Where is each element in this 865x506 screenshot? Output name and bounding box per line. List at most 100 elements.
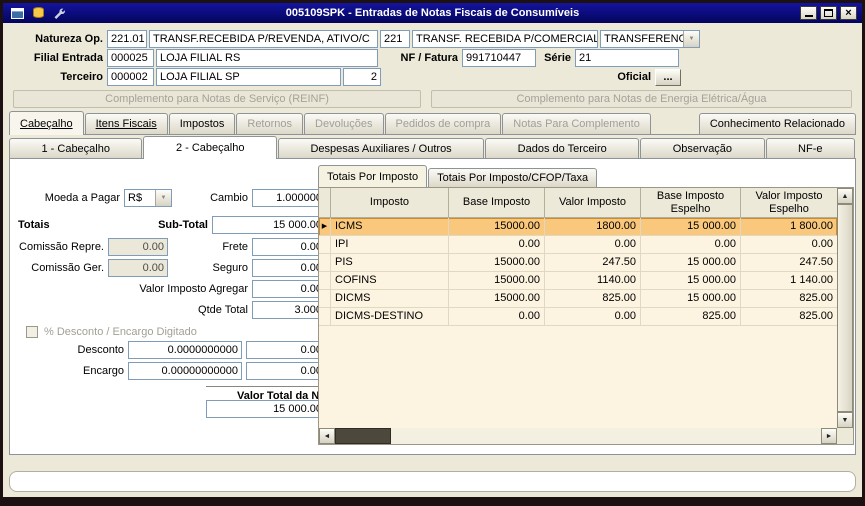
desconto-value-field[interactable]: 0.00	[246, 341, 326, 359]
tab-devolucoes: Devoluções	[304, 113, 383, 134]
cell-base-espelho: 0.00	[641, 236, 741, 254]
table-row-dicms[interactable]: DICMS 15000.00 825.00 15 000.00 825.00	[319, 290, 837, 308]
valor-total-nf-field[interactable]: 15 000.00	[206, 400, 326, 418]
table-row-cofins[interactable]: COFINS 15000.00 1140.00 15 000.00 1 140.…	[319, 272, 837, 290]
table-row-icms[interactable]: ▶ ICMS 15000.00 1800.00 15 000.00 1 800.…	[319, 218, 837, 236]
row-gutter	[319, 254, 331, 272]
cell-valor-espelho: 0.00	[741, 236, 837, 254]
cambio-field[interactable]: 1.000000	[252, 189, 326, 207]
form-icon[interactable]	[11, 8, 24, 19]
row-indicator-icon: ▶	[319, 218, 331, 236]
terceiro-desc-field[interactable]: LOJA FILIAL SP	[156, 68, 341, 86]
tab-itens-fiscais[interactable]: Itens Fiscais	[85, 113, 168, 134]
cell-valor-espelho: 247.50	[741, 254, 837, 272]
tab-conhecimento-relacionado[interactable]: Conhecimento Relacionado	[699, 113, 856, 134]
natureza-code-field[interactable]: 221.01	[107, 30, 147, 48]
scroll-left-icon[interactable]: ◄	[319, 428, 335, 444]
cell-imposto: DICMS	[331, 290, 449, 308]
terceiro-code-field[interactable]: 000002	[107, 68, 154, 86]
desconto-rate-field[interactable]: 0.0000000000	[128, 341, 242, 359]
cell-imposto: ICMS	[331, 218, 449, 236]
chevron-down-icon[interactable]: ▼	[155, 190, 171, 206]
tab-label: Notas Para Complemento	[513, 118, 640, 130]
moeda-dropdown[interactable]: R$ ▼	[124, 189, 172, 207]
tab-totais-por-imposto[interactable]: Totais Por Imposto	[318, 165, 427, 187]
tab-1-cabecalho[interactable]: 1 - Cabeçalho	[9, 138, 142, 158]
tab-label: Retornos	[247, 118, 292, 130]
cell-base: 15000.00	[449, 272, 545, 290]
table-row-ipi[interactable]: IPI 0.00 0.00 0.00 0.00	[319, 236, 837, 254]
tab-label: Despesas Auxiliares / Outros	[310, 143, 451, 155]
scroll-right-icon[interactable]: ►	[821, 428, 837, 444]
encargo-rate-field[interactable]: 0.00000000000	[128, 362, 242, 380]
tipo-operacao-dropdown[interactable]: TRANSFERENCIA ▼	[600, 30, 700, 48]
impostos-tab-bar: Totais Por Imposto Totais Por Imposto/CF…	[318, 165, 598, 187]
coins-icon[interactable]	[32, 7, 45, 19]
tab-totais-por-imposto-cfop-taxa[interactable]: Totais Por Imposto/CFOP/Taxa	[428, 168, 597, 187]
table-row-pis[interactable]: PIS 15000.00 247.50 15 000.00 247.50	[319, 254, 837, 272]
cell-base-espelho: 15 000.00	[641, 254, 741, 272]
tab-despesas-auxiliares[interactable]: Despesas Auxiliares / Outros	[278, 138, 484, 158]
cell-valor-espelho: 825.00	[741, 290, 837, 308]
minimize-button[interactable]	[800, 6, 817, 20]
valor-imposto-agregar-field[interactable]: 0.00	[252, 280, 326, 298]
cell-base-espelho: 15 000.00	[641, 218, 741, 236]
horizontal-scroll-thumb[interactable]	[335, 428, 391, 444]
horizontal-scroll-track[interactable]	[391, 428, 821, 444]
close-button[interactable]: ×	[840, 6, 857, 20]
cell-imposto: DICMS-DESTINO	[331, 308, 449, 326]
terceiro-num-field[interactable]: 2	[343, 68, 381, 86]
maximize-button[interactable]	[820, 6, 837, 20]
complemento-energia-button: Complemento para Notas de Energia Elétri…	[431, 90, 852, 108]
tab-2-cabecalho[interactable]: 2 - Cabeçalho	[143, 136, 276, 159]
title-bar[interactable]: 005109SPK - Entradas de Notas Fiscais de…	[3, 3, 862, 23]
cell-imposto: PIS	[331, 254, 449, 272]
cell-valor: 0.00	[545, 308, 641, 326]
tab-dados-do-terceiro[interactable]: Dados do Terceiro	[485, 138, 639, 158]
minimize-icon	[805, 9, 813, 17]
scrollbar-corner	[837, 428, 853, 444]
qtde-total-label: Qtde Total	[158, 301, 248, 319]
encargo-value-field[interactable]: 0.00	[246, 362, 326, 380]
tab-label: 2 - Cabeçalho	[176, 142, 245, 154]
filial-desc-field[interactable]: LOJA FILIAL RS	[156, 49, 378, 67]
serie-field[interactable]: 21	[575, 49, 679, 67]
tab-retornos: Retornos	[236, 113, 303, 134]
scroll-down-icon[interactable]: ▼	[837, 412, 853, 428]
natureza-code2-field[interactable]: 221	[380, 30, 410, 48]
oficial-browse-button[interactable]: ...	[655, 69, 681, 86]
cell-base: 15000.00	[449, 254, 545, 272]
nf-fatura-field[interactable]: 991710447	[462, 49, 536, 67]
status-bar	[9, 471, 856, 492]
tab-observacao[interactable]: Observação	[640, 138, 764, 158]
filial-code-field[interactable]: 000025	[107, 49, 154, 67]
window-title: 005109SPK - Entradas de Notas Fiscais de…	[3, 7, 862, 19]
tab-label: Devoluções	[315, 118, 372, 130]
vertical-scrollbar[interactable]: ▲ ▼	[837, 188, 853, 428]
tab-nfe[interactable]: NF-e	[766, 138, 855, 158]
chevron-down-icon[interactable]: ▼	[683, 31, 699, 47]
qtde-total-field[interactable]: 3.000	[252, 301, 326, 319]
wrench-icon[interactable]	[53, 7, 65, 19]
col-valor-imposto-espelho: Valor Imposto Espelho	[741, 188, 837, 218]
seguro-field[interactable]: 0.00	[252, 259, 326, 277]
terceiro-label: Terceiro	[7, 68, 103, 86]
cambio-label: Cambio	[200, 189, 248, 207]
cell-base-espelho: 15 000.00	[641, 290, 741, 308]
natureza-desc2-field[interactable]: TRANSF. RECEBIDA P/COMERCIALIZA	[412, 30, 598, 48]
frete-field[interactable]: 0.00	[252, 238, 326, 256]
scroll-up-icon[interactable]: ▲	[837, 188, 853, 204]
table-row-dicms-destino[interactable]: DICMS-DESTINO 0.00 0.00 825.00 825.00	[319, 308, 837, 326]
impostos-table: Imposto Base Imposto Valor Imposto Base …	[319, 188, 837, 428]
horizontal-scrollbar[interactable]: ◄ ►	[319, 428, 837, 444]
subtotal-field[interactable]: 15 000.00	[212, 216, 326, 234]
cell-base: 0.00	[449, 236, 545, 254]
cell-valor-espelho: 825.00	[741, 308, 837, 326]
nf-fatura-label: NF / Fatura	[383, 49, 458, 67]
grid-empty-area	[319, 326, 837, 428]
cell-valor: 1800.00	[545, 218, 641, 236]
natureza-desc-field[interactable]: TRANSF.RECEBIDA P/REVENDA, ATIVO/C	[149, 30, 378, 48]
vertical-scroll-thumb[interactable]	[837, 204, 853, 412]
tab-impostos[interactable]: Impostos	[169, 113, 236, 134]
tab-cabecalho[interactable]: Cabeçalho	[9, 111, 84, 135]
